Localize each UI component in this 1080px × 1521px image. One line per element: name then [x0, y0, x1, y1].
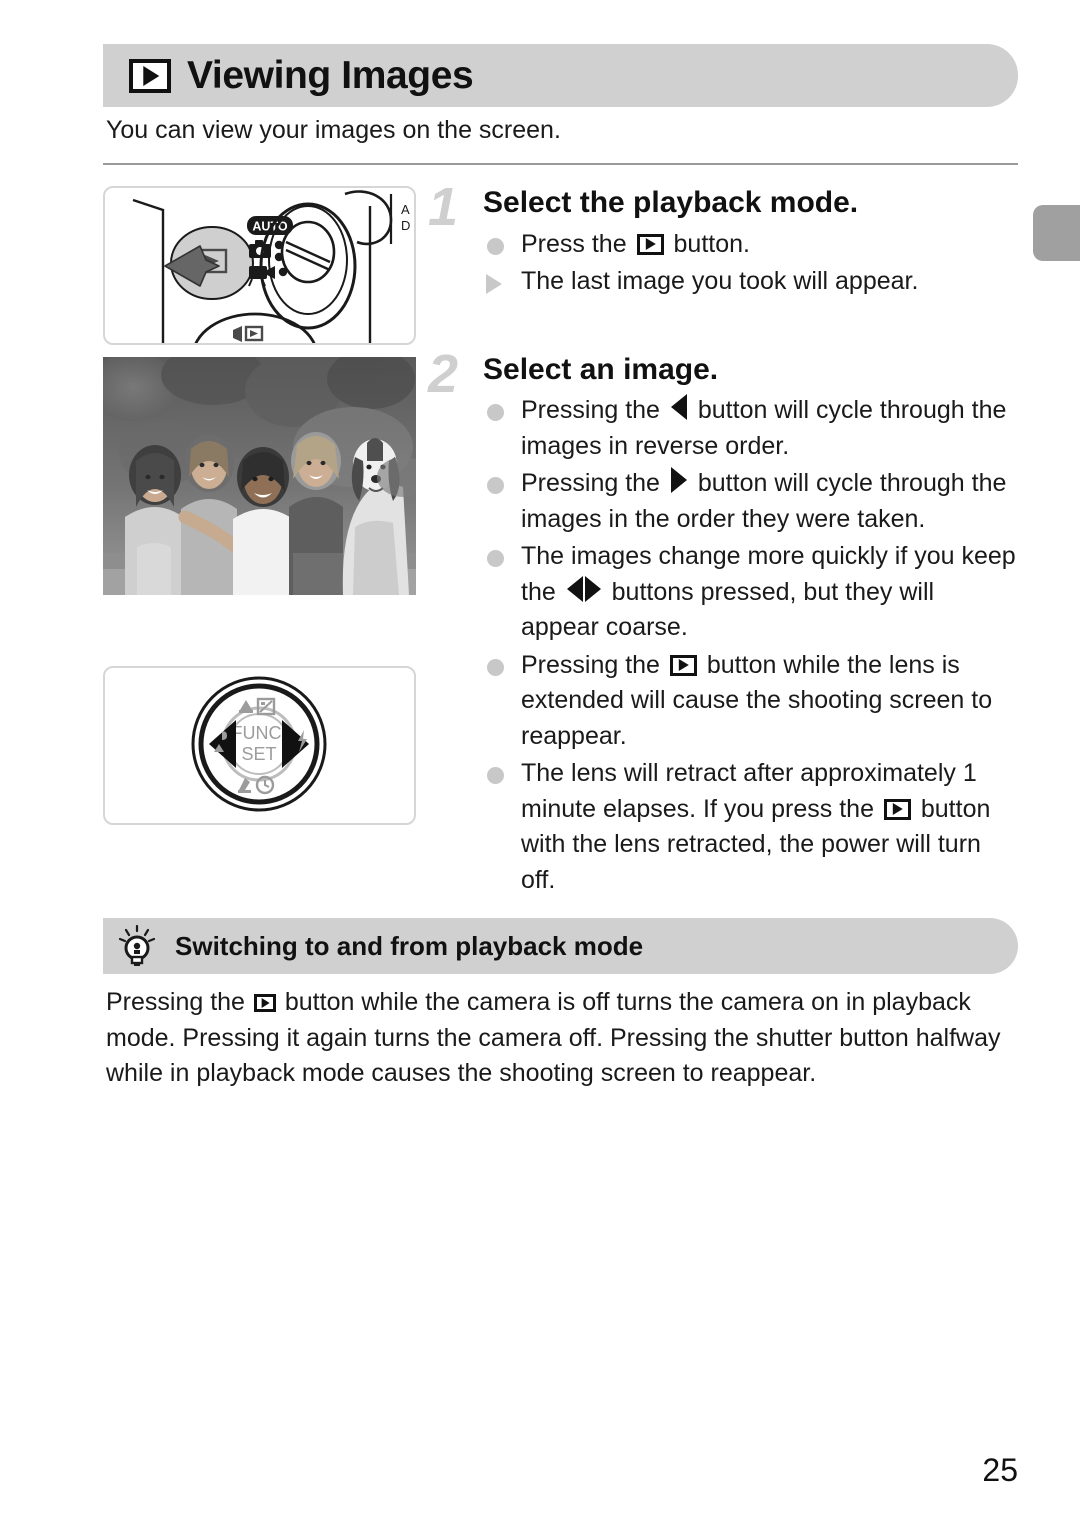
- bullet-dot-icon: [487, 404, 504, 421]
- playback-icon: [669, 654, 697, 676]
- step-2-bullet-1-pre: Pressing the: [521, 396, 667, 424]
- wheel-center-set-label: SET: [241, 744, 276, 764]
- step-1-number: 1: [428, 177, 459, 237]
- left-arrow-icon: [670, 394, 687, 420]
- result-arrow-icon: [486, 274, 502, 294]
- step-2-bullet-2-pre: Pressing the: [521, 469, 667, 497]
- step-2-bullet-4-pre: Pressing the: [521, 650, 667, 679]
- step-1-bullet-1-post: button.: [666, 229, 750, 258]
- step-2-title: Select an image.: [483, 352, 719, 386]
- step-2-bullet-2: Pressing the button will cycle through t…: [483, 466, 1018, 537]
- wheel-right-arrow-icon: [282, 720, 309, 768]
- wheel-left-arrow-icon: [209, 720, 236, 768]
- bullet-dot-icon: [487, 658, 504, 676]
- right-arrow-icon: [670, 467, 687, 493]
- manual-page: Viewing Images You can view your images …: [0, 0, 1080, 1521]
- left-right-arrow-icon: [566, 575, 601, 611]
- step-1: 1 Select the playback mode. Press the bu…: [428, 180, 1018, 300]
- chapter-margin-tab: [1033, 205, 1080, 261]
- step-2-bullet-1: Pressing the button will cycle through t…: [483, 393, 1018, 464]
- step-2-bullet-3: The images change more quickly if you ke…: [483, 539, 1018, 646]
- figure-camera-playback-button: AUTO A D: [103, 186, 416, 345]
- divider: [103, 163, 1018, 165]
- wheel-center-func-label: FUNC.: [232, 723, 287, 743]
- tip-title: Switching to and from playback mode: [175, 930, 644, 961]
- lightbulb-icon: [118, 924, 156, 966]
- tip-header-bar: Switching to and from playback mode: [103, 918, 1018, 974]
- playback-icon: [253, 994, 276, 1012]
- figure-sample-photo: [103, 357, 416, 595]
- steps-column: 1 Select the playback mode. Press the bu…: [428, 180, 1018, 899]
- playback-icon: [883, 798, 911, 820]
- step-1-bullet-1-pre: Press the: [521, 229, 634, 258]
- page-number: 25: [982, 1452, 1018, 1488]
- intro-text: You can view your images on the screen.: [106, 116, 561, 144]
- camera-top-illustration: AUTO A D: [132, 190, 410, 343]
- playback-icon: [129, 58, 171, 93]
- bullet-dot-icon: [487, 237, 504, 255]
- bullet-dot-icon: [487, 550, 504, 567]
- figure-control-wheel: FUNC. SET: [103, 666, 416, 825]
- step-1-title: Select the playback mode.: [483, 186, 859, 219]
- wheel-top-icons: [239, 697, 276, 716]
- step-2: 2 Select an image. Pressing the button w…: [428, 347, 1018, 899]
- svg-text:A: A: [401, 202, 410, 217]
- tip-body: Pressing the button while the camera is …: [106, 985, 1018, 1092]
- step-1-bullet-1: Press the button.: [483, 227, 1018, 263]
- bullet-dot-icon: [487, 477, 504, 494]
- step-2-number: 2: [428, 343, 459, 404]
- step-1-bullet-2: The last image you took will appear.: [483, 264, 1018, 300]
- svg-text:D: D: [401, 218, 410, 233]
- chapter-title-bar: Viewing Images: [103, 44, 1018, 107]
- step-2-bullet-4: Pressing the button while the lens is ex…: [483, 648, 1018, 755]
- control-wheel-illustration: FUNC. SET: [191, 676, 327, 812]
- bullet-dot-icon: [487, 767, 504, 784]
- page-title: Viewing Images: [187, 53, 474, 97]
- sample-photo-four-children-and-dog-grayscale: [103, 357, 416, 595]
- tip-body-pre: Pressing the: [106, 988, 252, 1016]
- step-2-bullet-5: The lens will retract after approximatel…: [483, 756, 1018, 898]
- playback-icon: [636, 233, 664, 255]
- step-1-bullet-2-text: The last image you took will appear.: [521, 267, 919, 295]
